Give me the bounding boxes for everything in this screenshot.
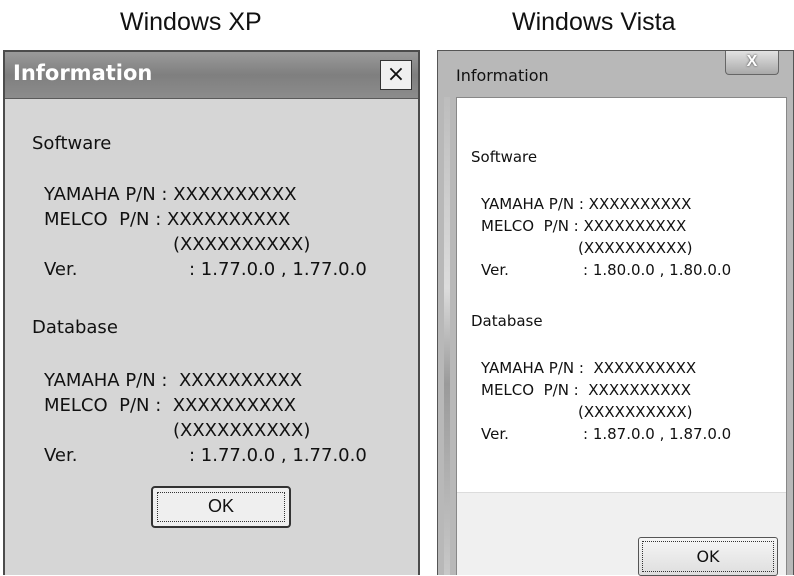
xp-database-ver-label: Ver. (44, 445, 78, 466)
xp-database-melco-pn: MELCO P/N : XXXXXXXXXX (44, 395, 297, 416)
xp-database-ver-value: : 1.77.0.0 , 1.77.0.0 (189, 445, 367, 466)
vista-database-ver-label: Ver. (481, 425, 509, 443)
vista-dialog-title: Information (456, 66, 549, 85)
xp-software-ver-label: Ver. (44, 259, 78, 280)
xp-ok-focus-ring (157, 492, 285, 522)
vista-software-ver-label: Ver. (481, 261, 509, 279)
xp-dialog-title: Information (13, 61, 153, 85)
vista-database-melco-pn-alt: (XXXXXXXXXX) (578, 403, 693, 421)
xp-software-yamaha-pn: YAMAHA P/N : XXXXXXXXXX (44, 184, 297, 205)
xp-software-melco-pn-alt: (XXXXXXXXXX) (173, 234, 311, 255)
vista-software-heading: Software (471, 148, 538, 166)
xp-close-button[interactable]: × (380, 60, 412, 90)
vista-software-melco-pn: MELCO P/N : XXXXXXXXXX (481, 217, 687, 235)
xp-title-bar[interactable]: Information × (5, 52, 418, 99)
xp-database-melco-pn-alt: (XXXXXXXXXX) (173, 420, 311, 441)
vista-software-yamaha-pn: YAMAHA P/N : XXXXXXXXXX (481, 195, 692, 213)
xp-database-heading: Database (32, 317, 118, 338)
xp-software-ver-value: : 1.77.0.0 , 1.77.0.0 (189, 259, 367, 280)
vista-ok-button[interactable]: OK (638, 537, 778, 576)
xp-software-heading: Software (32, 133, 112, 154)
windows-vista-caption: Windows Vista (512, 8, 676, 36)
xp-information-dialog: Information × Software YAMAHA P/N : XXXX… (3, 50, 420, 575)
vista-information-dialog: Information X Software YAMAHA P/N : XXXX… (437, 50, 794, 576)
xp-ok-button[interactable]: OK (151, 486, 291, 528)
vista-ok-focus-ring (642, 541, 774, 572)
vista-software-ver-value: : 1.80.0.0 , 1.80.0.0 (583, 261, 732, 279)
vista-dialog-body: Software YAMAHA P/N : XXXXXXXXXX MELCO P… (456, 97, 787, 575)
xp-database-yamaha-pn: YAMAHA P/N : XXXXXXXXXX (44, 370, 303, 391)
vista-database-melco-pn: MELCO P/N : XXXXXXXXXX (481, 381, 692, 399)
vista-database-ver-value: : 1.87.0.0 , 1.87.0.0 (583, 425, 732, 443)
vista-frame-edge (444, 97, 450, 575)
vista-close-button[interactable]: X (725, 51, 779, 75)
xp-software-melco-pn: MELCO P/N : XXXXXXXXXX (44, 209, 291, 230)
vista-software-melco-pn-alt: (XXXXXXXXXX) (578, 239, 693, 257)
vista-database-heading: Database (471, 312, 543, 330)
windows-xp-caption: Windows XP (120, 8, 262, 36)
vista-database-yamaha-pn: YAMAHA P/N : XXXXXXXXXX (481, 359, 697, 377)
